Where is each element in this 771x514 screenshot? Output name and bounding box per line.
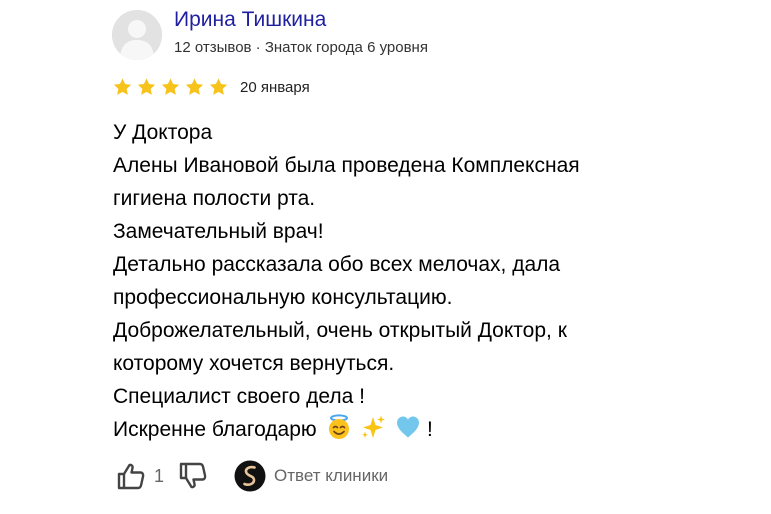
review-date: 20 января (240, 78, 310, 96)
review-card: Ирина Тишкина 12 отзывов · Знаток города… (0, 0, 771, 514)
clinic-reply-label: Ответ клиники (274, 466, 389, 485)
star-icon (209, 78, 228, 95)
review-line: Специалист своего дела ! (113, 385, 365, 408)
review-line: профессиональную консультацию. (113, 286, 453, 309)
light-blue-heart-icon (397, 416, 420, 438)
smiling-face-with-halo-icon (328, 414, 349, 439)
review-actions: 1 Ответ клиники (116, 458, 388, 494)
star-icon (185, 78, 204, 95)
star-icon (161, 78, 180, 95)
review-text: У Доктора Алены Ивановой была проведена … (113, 116, 753, 446)
rating-row: 20 января (112, 76, 310, 98)
review-line: У Доктора (113, 121, 213, 144)
review-line: гигиена полости рта. (113, 187, 316, 210)
review-line-last: Искренне благодарю ! (113, 413, 753, 446)
review-line: которому хочется вернуться. (113, 352, 395, 375)
review-line: Доброжелательный, очень открытый Доктор,… (113, 319, 567, 342)
thumbs-up-icon (117, 463, 145, 490)
clinic-reply-button[interactable]: Ответ клиники (234, 460, 388, 492)
star-icon (137, 78, 156, 95)
review-line-text: Искренне благодарю (113, 418, 317, 441)
review-line: Алены Ивановой была проведена Комплексна… (113, 154, 580, 177)
thumbs-down-icon (179, 462, 207, 489)
dislike-button[interactable] (178, 461, 208, 491)
clinic-logo-icon (234, 460, 266, 492)
review-line: Замечательный врач! (113, 220, 324, 243)
like-count: 1 (154, 465, 165, 486)
star-rating (112, 77, 229, 97)
avatar[interactable] (112, 10, 162, 60)
sparkles-icon (362, 415, 386, 438)
author-meta: 12 отзывов · Знаток города 6 уровня (174, 39, 428, 56)
star-icon (113, 78, 132, 95)
like-button[interactable]: 1 (116, 461, 164, 491)
user-silhouette-icon (112, 10, 162, 60)
review-line: Детально рассказала обо всех мелочах, да… (113, 253, 561, 276)
author-name[interactable]: Ирина Тишкина (174, 8, 326, 32)
review-line-end: ! (427, 418, 433, 441)
